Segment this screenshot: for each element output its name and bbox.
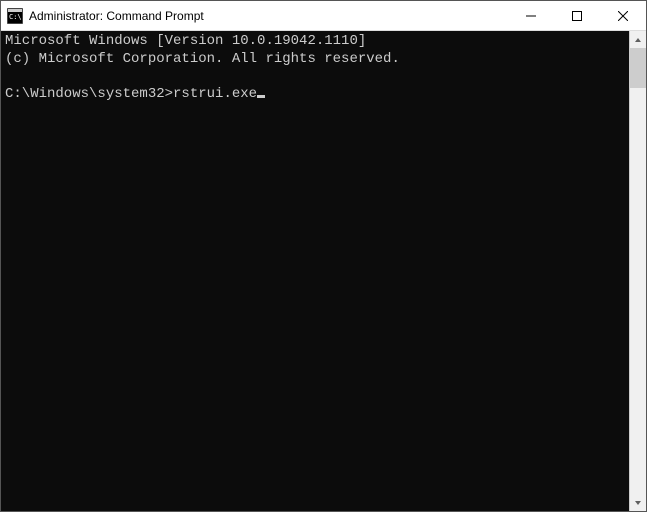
terminal-output[interactable]: Microsoft Windows [Version 10.0.19042.11… (1, 31, 629, 511)
cmd-icon: C:\ (7, 8, 23, 24)
minimize-button[interactable] (508, 1, 554, 30)
window-title: Administrator: Command Prompt (29, 9, 508, 23)
close-button[interactable] (600, 1, 646, 30)
prompt-path: C:\Windows\system32> (5, 86, 173, 102)
svg-text:C:\: C:\ (9, 13, 22, 21)
terminal-area: Microsoft Windows [Version 10.0.19042.11… (1, 31, 646, 511)
typed-command: rstrui.exe (173, 86, 257, 102)
scroll-thumb[interactable] (630, 48, 646, 88)
scroll-track[interactable] (630, 48, 646, 494)
copyright-line: (c) Microsoft Corporation. All rights re… (5, 51, 400, 67)
titlebar[interactable]: C:\ Administrator: Command Prompt (1, 1, 646, 31)
maximize-button[interactable] (554, 1, 600, 30)
vertical-scrollbar[interactable] (629, 31, 646, 511)
version-line: Microsoft Windows [Version 10.0.19042.11… (5, 33, 366, 49)
scroll-up-button[interactable] (630, 31, 646, 48)
scroll-down-button[interactable] (630, 494, 646, 511)
window-controls (508, 1, 646, 30)
cursor-icon (257, 95, 265, 98)
command-prompt-window: C:\ Administrator: Command Prompt Micros… (0, 0, 647, 512)
